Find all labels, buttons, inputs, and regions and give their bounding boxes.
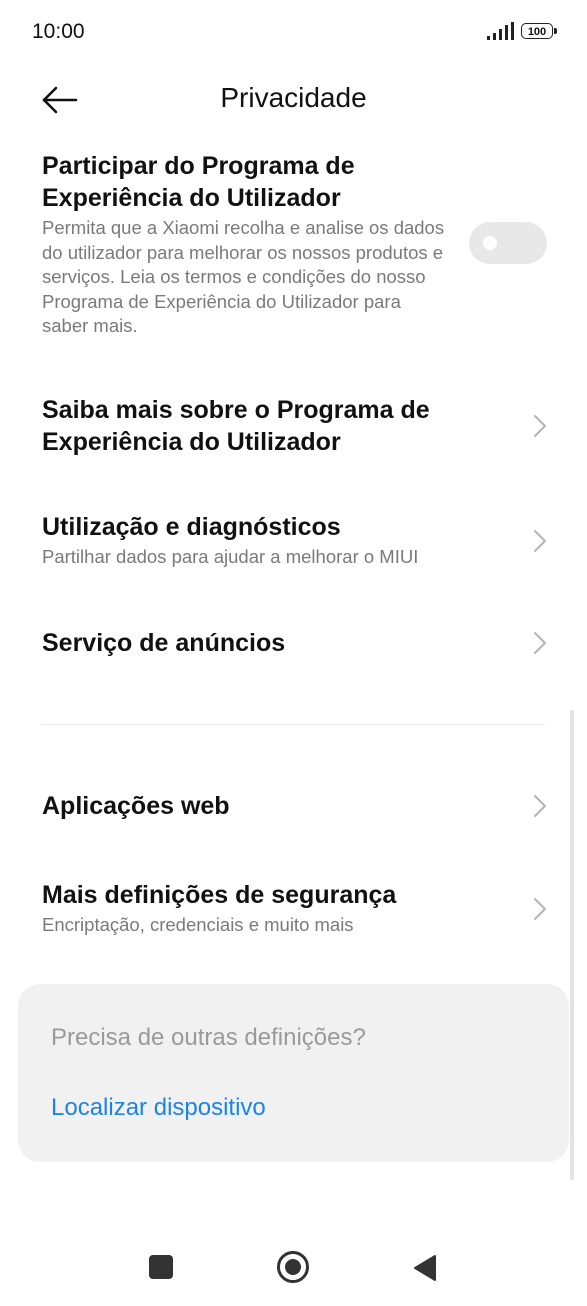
row-title: Utilização e diagnósticos	[42, 513, 341, 541]
row-title: Serviço de anúncios	[42, 629, 286, 657]
learn-more-program-row[interactable]: Saiba mais sobre o Programa de Experiênc…	[42, 394, 547, 464]
scrollbar[interactable]	[570, 710, 574, 1180]
ads-service-row[interactable]: Serviço de anúncios	[42, 627, 547, 667]
home-circle-icon	[277, 1251, 309, 1283]
more-security-settings-row[interactable]: Mais definições de segurança Encriptação…	[42, 879, 547, 943]
back-triangle-icon	[414, 1255, 436, 1281]
suggestions-heading: Precisa de outras definições?	[51, 1024, 366, 1051]
row-subtitle: Partilhar dados para ajudar a melhorar o…	[42, 546, 419, 567]
chevron-right-icon	[534, 795, 546, 817]
page-title: Privacidade	[220, 82, 367, 113]
toggle-knob	[483, 236, 497, 250]
header: Privacidade	[0, 70, 587, 130]
row-title: Aplicações web	[42, 792, 230, 820]
navigation-bar	[0, 1238, 587, 1298]
back-nav-button[interactable]	[413, 1254, 437, 1282]
suggestions-card: Precisa de outras definições? Localizar …	[18, 984, 569, 1162]
status-time: 10:00	[32, 20, 85, 43]
row-title: Mais definições de segurança	[42, 881, 397, 909]
chevron-right-icon	[534, 530, 546, 552]
battery-icon: 100	[521, 23, 557, 39]
status-icons: 100	[487, 22, 557, 40]
find-device-link[interactable]: Localizar dispositivo	[51, 1094, 266, 1122]
row-subtitle: Permita que a Xiaomi recolha e analise o…	[42, 217, 445, 336]
row-title: Participar do Programa de Experiência do…	[42, 152, 355, 212]
chevron-right-icon	[534, 898, 546, 920]
section-divider	[42, 724, 545, 725]
home-button[interactable]	[276, 1250, 310, 1284]
row-title: Saiba mais sobre o Programa de Experiênc…	[42, 396, 430, 456]
recents-button[interactable]	[148, 1254, 174, 1280]
row-subtitle: Encriptação, credenciais e muito mais	[42, 914, 354, 935]
participate-program-row[interactable]: Participar do Programa de Experiência do…	[42, 150, 547, 350]
web-apps-row[interactable]: Aplicações web	[42, 790, 547, 830]
participate-program-toggle[interactable]	[469, 222, 547, 264]
chevron-right-icon	[534, 632, 546, 654]
chevron-right-icon	[534, 415, 546, 437]
recents-square-icon	[149, 1255, 173, 1279]
signal-icon	[487, 22, 514, 40]
status-bar: 10:00 100	[0, 0, 587, 64]
usage-diagnostics-row[interactable]: Utilização e diagnósticos Partilhar dado…	[42, 511, 547, 575]
